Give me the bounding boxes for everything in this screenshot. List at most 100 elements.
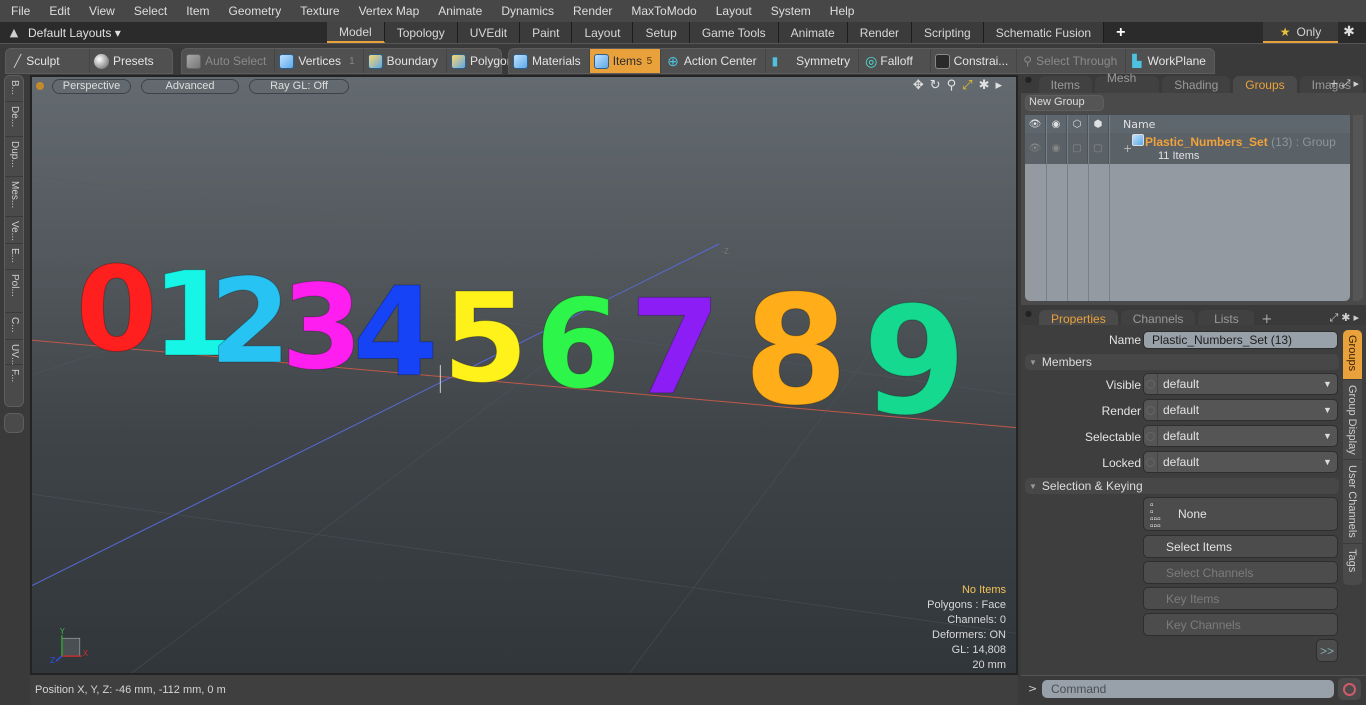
rotate-icon[interactable]: ↻	[930, 78, 941, 93]
key-channels-button[interactable]: Key Channels	[1143, 613, 1338, 636]
items-button[interactable]: Items 5	[589, 49, 662, 73]
menu-edit[interactable]: Edit	[38, 4, 78, 18]
add-tab-button[interactable]: +	[1104, 22, 1137, 43]
presets-button[interactable]: Presets	[90, 49, 162, 73]
menu-vertex-map[interactable]: Vertex Map	[348, 4, 428, 18]
name-field[interactable]: Plastic_Numbers_Set (13)	[1143, 331, 1338, 349]
menu-view[interactable]: View	[78, 4, 123, 18]
select-cube-icon[interactable]: ⬢	[1088, 115, 1109, 133]
select-channels-button[interactable]: Select Channels	[1143, 561, 1338, 584]
tab-schematic-fusion[interactable]: Schematic Fusion	[983, 22, 1105, 43]
digit-mesh-3[interactable]: 3	[280, 259, 363, 397]
digit-mesh-8[interactable]: 8	[743, 263, 849, 440]
workplane-button[interactable]: ▙ WorkPlane	[1126, 49, 1214, 73]
view-mode-button[interactable]: Perspective	[52, 78, 131, 94]
viewport-settings-icon[interactable]: ✱	[979, 78, 990, 93]
left-tab-duplicate[interactable]: Dup...	[5, 137, 23, 177]
tab-uvedit[interactable]: UVEdit	[457, 22, 521, 43]
menu-help[interactable]: Help	[819, 4, 863, 18]
more-button[interactable]: >>	[1316, 639, 1338, 662]
tab-layout[interactable]: Layout	[572, 22, 634, 43]
collapse-up-icon[interactable]: ▲	[0, 26, 28, 39]
viewport-menu-dot[interactable]	[36, 82, 44, 90]
digit-mesh-2[interactable]: 2	[209, 253, 292, 391]
left-tab-fusion[interactable]: F...	[5, 365, 23, 395]
group-row[interactable]: 👁 ◉ ▢ ▢ + Plastic_Numbers_Set (13) : Gro…	[1025, 133, 1350, 164]
left-tab-uv[interactable]: UV...	[5, 340, 23, 365]
row-select-toggle[interactable]: ▢	[1088, 133, 1109, 164]
ray-gl-button[interactable]: Ray GL: Off	[249, 78, 349, 94]
tab-setup[interactable]: Setup	[633, 22, 690, 43]
digit-mesh-7[interactable]: 7	[629, 271, 721, 425]
select-through-button[interactable]: ⚲ Select Through	[1017, 49, 1127, 73]
menu-render[interactable]: Render	[562, 4, 620, 18]
tab-items[interactable]: Items	[1038, 76, 1092, 93]
side-tab-tags[interactable]: Tags	[1343, 544, 1362, 584]
menu-maxtomodo[interactable]: MaxToModo	[620, 4, 704, 18]
tab-shading[interactable]: Shading	[1162, 76, 1231, 93]
command-input[interactable]: Command	[1042, 680, 1334, 698]
panel-tools-icons-2[interactable]: ⤢✱▸	[1329, 311, 1362, 325]
panel-dot-icon[interactable]: ●	[1025, 75, 1033, 93]
default-layouts-dropdown[interactable]: Default Layouts ▾	[28, 26, 328, 40]
left-tab-deform[interactable]: De...	[5, 102, 23, 137]
tab-scripting[interactable]: Scripting	[912, 22, 984, 43]
new-group-button[interactable]: New Group	[1025, 95, 1104, 111]
boundary-button[interactable]: Boundary	[364, 49, 447, 73]
expand-plus-icon[interactable]: +	[1123, 142, 1132, 155]
left-tab-polygon[interactable]: Pol...	[5, 270, 23, 313]
digit-mesh-6[interactable]: 6	[534, 274, 621, 418]
row-lock-toggle[interactable]: ▢	[1067, 133, 1088, 164]
constraints-button[interactable]: Constrai...	[931, 49, 1018, 73]
record-macro-button[interactable]	[1338, 678, 1361, 700]
selectable-dropdown[interactable]: default ▼	[1143, 425, 1338, 447]
tab-animate[interactable]: Animate	[778, 22, 848, 43]
menu-system[interactable]: System	[760, 4, 819, 18]
menu-geometry[interactable]: Geometry	[218, 4, 290, 18]
tab-paint[interactable]: Paint	[520, 22, 573, 43]
side-tab-group-display[interactable]: Group Display	[1343, 380, 1362, 460]
render-dropdown[interactable]: default ▼	[1143, 399, 1338, 421]
tab-groups[interactable]: Groups	[1233, 76, 1297, 93]
select-items-button[interactable]: Select Items	[1143, 535, 1338, 558]
gear-icon[interactable]: ✱	[1340, 24, 1358, 42]
only-favorites-toggle[interactable]: ★ Only	[1263, 22, 1338, 43]
panel-tools-icons[interactable]: +⤢▸	[1329, 77, 1362, 91]
left-tab-basic[interactable]: B...	[5, 76, 23, 102]
tab-topology[interactable]: Topology	[384, 22, 458, 43]
tab-render[interactable]: Render	[847, 22, 913, 43]
menu-dynamics[interactable]: Dynamics	[490, 4, 562, 18]
locked-dropdown[interactable]: default ▼	[1143, 451, 1338, 473]
vertices-button[interactable]: Vertices 1	[275, 49, 364, 73]
menu-animate[interactable]: Animate	[427, 4, 490, 18]
shading-mode-button[interactable]: Advanced	[141, 78, 239, 94]
row-render-icon[interactable]: ◉	[1046, 133, 1067, 164]
expand-arrow-icon[interactable]: ▸	[995, 78, 1002, 93]
zoom-icon[interactable]: ⚲	[947, 78, 957, 93]
left-extra-tab[interactable]	[4, 413, 24, 433]
menu-file[interactable]: File	[0, 4, 38, 18]
lock-cube-icon[interactable]: ⬡	[1067, 115, 1088, 133]
key-items-button[interactable]: Key Items	[1143, 587, 1338, 610]
action-center-button[interactable]: ⊕ Action Center	[661, 49, 766, 73]
menu-texture[interactable]: Texture	[289, 4, 347, 18]
symmetry-button[interactable]: ▮ Symmetry	[766, 49, 860, 73]
tab-game-tools[interactable]: Game Tools	[689, 22, 779, 43]
auto-select-button[interactable]: Auto Select	[182, 49, 276, 73]
digit-mesh-0[interactable]: 0	[75, 241, 158, 379]
tab-mesh[interactable]: Mesh ...	[1094, 71, 1160, 99]
digit-mesh-4[interactable]: 4	[352, 262, 439, 406]
pan-icon[interactable]: ✥	[913, 78, 924, 93]
selection-keying-section[interactable]: ▼ Selection & Keying	[1025, 478, 1339, 494]
digit-mesh-9[interactable]: 9	[862, 275, 967, 449]
left-tab-vertex[interactable]: Ve...	[5, 217, 23, 244]
side-tab-user-channels[interactable]: User Channels	[1343, 460, 1362, 544]
visible-dropdown[interactable]: default ▼	[1143, 373, 1338, 395]
menu-item[interactable]: Item	[175, 4, 217, 18]
left-tab-curve[interactable]: C...	[5, 313, 23, 340]
3d-viewport[interactable]: -Z 0123456789 Y X Z Perspective Advanced…	[30, 75, 1018, 675]
hierarchy-none-button[interactable]: ▫ ▫ ▫▫▫ ▫▫▫ None	[1143, 497, 1338, 532]
row-visibility-icon[interactable]: 👁	[1025, 133, 1046, 164]
groups-scrollbar[interactable]	[1353, 115, 1363, 301]
members-section[interactable]: ▼ Members	[1025, 354, 1339, 370]
